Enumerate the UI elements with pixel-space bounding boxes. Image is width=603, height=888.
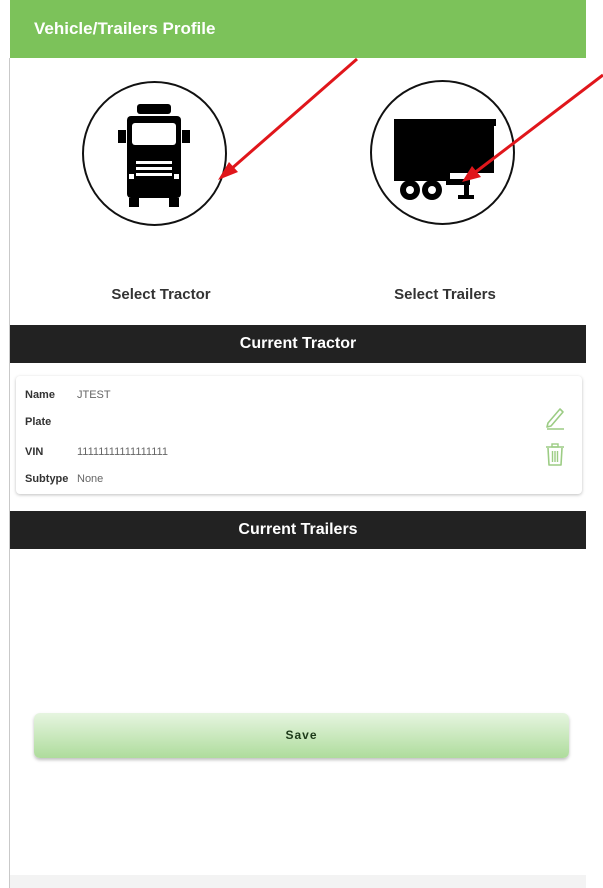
current-tractor-header: Current Tractor — [10, 325, 586, 363]
app-header: Vehicle/Trailers Profile — [10, 0, 586, 58]
delete-icon[interactable] — [544, 442, 566, 473]
edit-icon[interactable] — [544, 404, 566, 435]
subtype-value: None — [77, 473, 104, 485]
select-tractor-label[interactable]: Select Tractor — [61, 286, 261, 303]
trailer-icon — [394, 119, 496, 200]
vin-label: VIN — [25, 446, 44, 458]
subtype-label: Subtype — [25, 473, 69, 485]
name-value: JTEST — [77, 389, 111, 401]
tractor-card[interactable]: Name JTEST Plate VIN 11111111111111111 S… — [16, 376, 582, 494]
current-trailers-header: Current Trailers — [10, 511, 586, 549]
vin-value: 11111111111111111 — [77, 446, 168, 458]
plate-label: Plate — [25, 416, 52, 428]
annotation-arrow-tractor — [229, 57, 358, 172]
save-button[interactable]: Save — [34, 713, 569, 758]
name-label: Name — [25, 389, 55, 401]
left-edge-divider — [9, 58, 10, 888]
select-trailers-button[interactable] — [370, 80, 515, 225]
select-tractor-button[interactable] — [82, 81, 227, 226]
select-trailers-label[interactable]: Select Trailers — [345, 286, 545, 303]
header-title: Vehicle/Trailers Profile — [34, 19, 216, 38]
bottom-bar — [10, 875, 586, 888]
truck-icon — [118, 104, 190, 207]
